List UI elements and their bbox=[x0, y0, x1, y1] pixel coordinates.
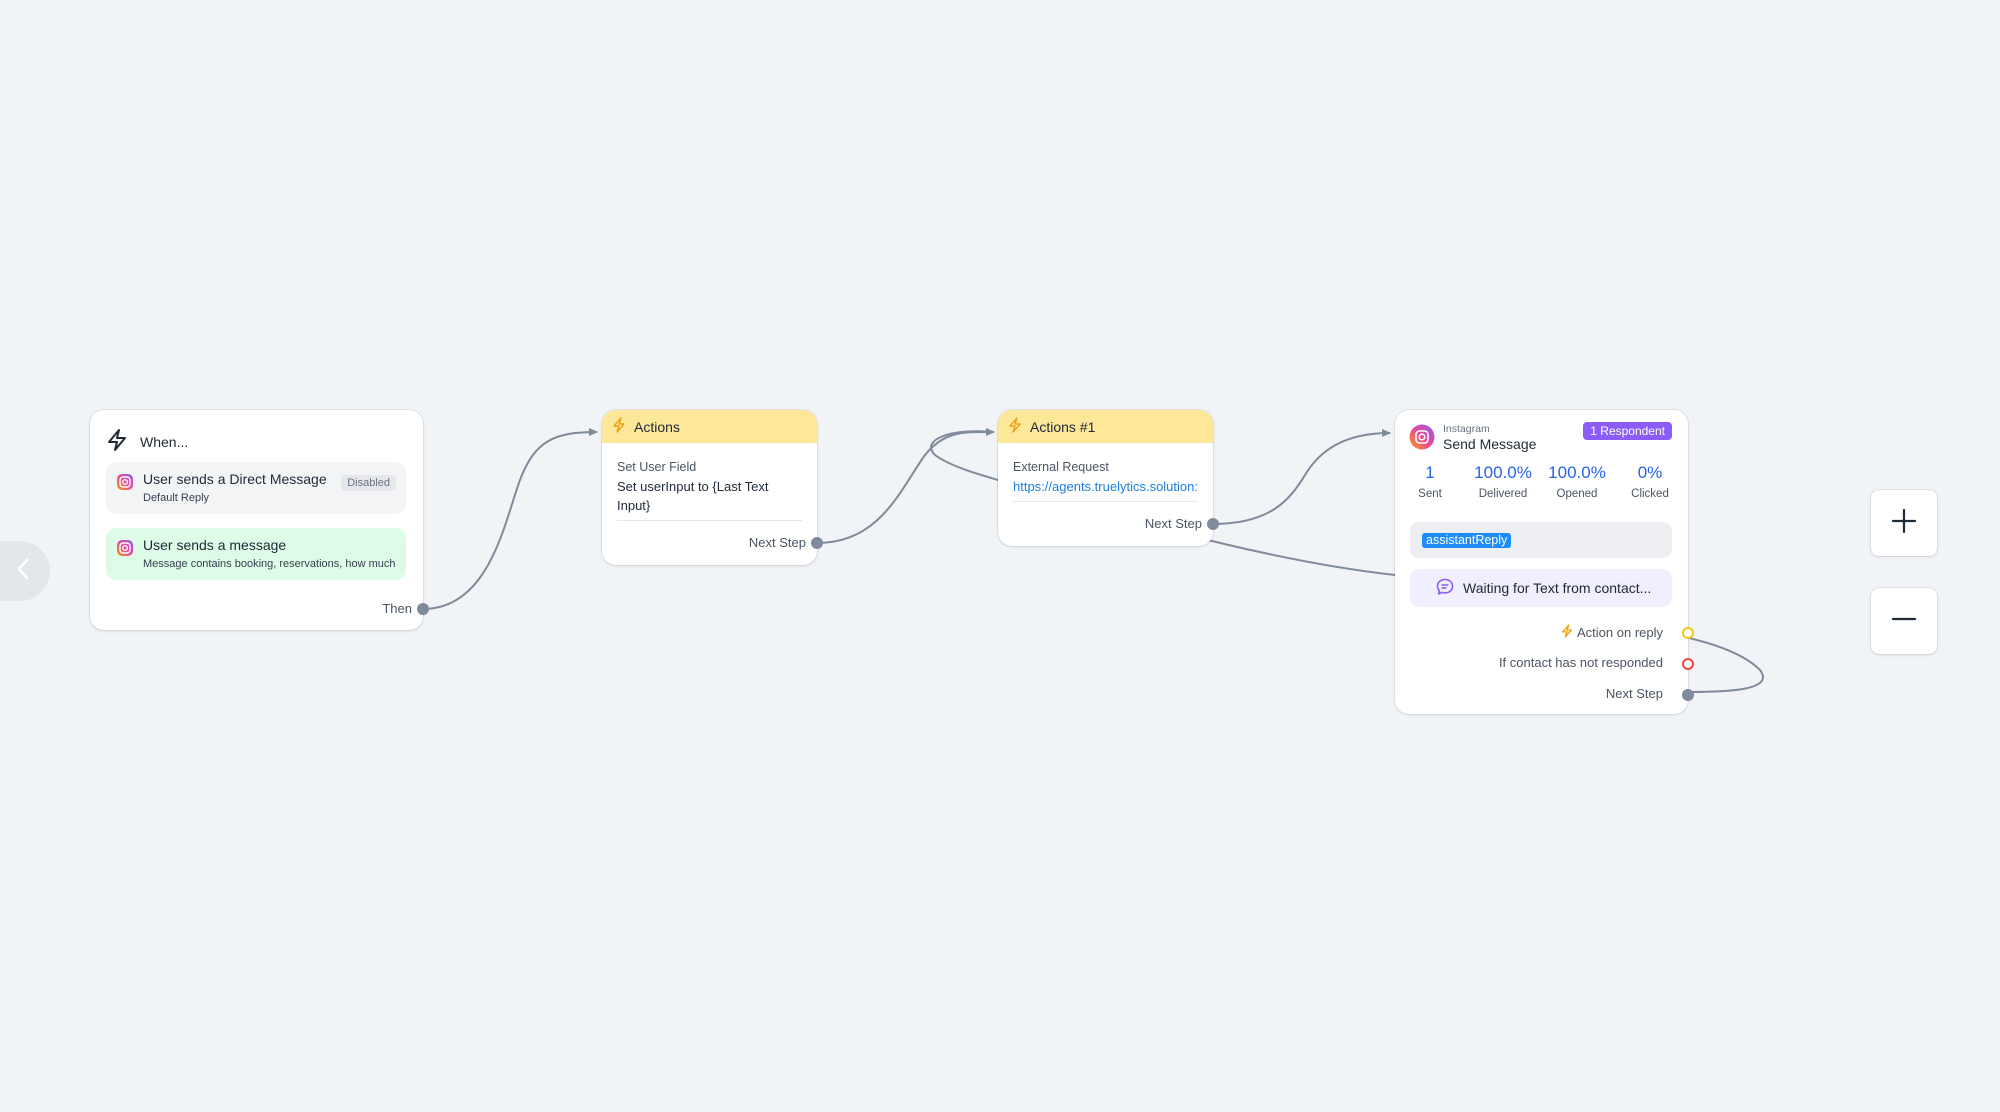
wire-actions1-to-send bbox=[1212, 429, 1391, 525]
variable-chip[interactable]: assistantReply bbox=[1422, 533, 1512, 548]
stat-delivered: 100.0% Delivered bbox=[1468, 463, 1538, 500]
stat-sent: 1 Sent bbox=[1395, 463, 1465, 500]
actions1-node-title: Actions #1 bbox=[1030, 418, 1096, 435]
stat-value: 100.0% bbox=[1548, 463, 1606, 482]
action-on-reply-output: Action on reply bbox=[1561, 624, 1663, 641]
trigger-item-label: User sends a message bbox=[143, 537, 287, 553]
trigger-item-sublabel: Message contains booking, reservations, … bbox=[143, 558, 396, 570]
actions-node[interactable]: Actions Set User Field Set userInput to … bbox=[602, 410, 823, 565]
instagram-icon bbox=[116, 473, 134, 496]
stat-value: 0% bbox=[1637, 463, 1663, 482]
set-user-field-label: Set User Field bbox=[617, 460, 697, 474]
next-step-output-port[interactable] bbox=[1682, 689, 1694, 701]
trigger-node-title: When... bbox=[140, 433, 189, 450]
stat-clicked: 0% Clicked bbox=[1615, 463, 1685, 500]
stat-label: Clicked bbox=[1631, 488, 1669, 500]
channel-label: Instagram bbox=[1443, 423, 1490, 435]
respondent-badge[interactable]: 1 Respondent bbox=[1583, 422, 1672, 440]
disabled-badge: Disabled bbox=[341, 475, 396, 491]
external-request-url[interactable]: https://agents.truelytics.solution: bbox=[1013, 477, 1198, 496]
stat-value: 1 bbox=[1425, 463, 1435, 482]
send-message-node[interactable]: Instagram Send Message 1 Respondent 1 Se… bbox=[1395, 410, 1694, 714]
instagram-icon bbox=[1409, 424, 1435, 455]
action-on-reply-port[interactable] bbox=[1682, 627, 1694, 639]
wire-actions-to-actions1 bbox=[816, 427, 995, 544]
stat-opened: 100.0% Opened bbox=[1542, 463, 1612, 500]
stat-label: Sent bbox=[1418, 488, 1442, 500]
instagram-icon bbox=[116, 539, 134, 562]
divider bbox=[617, 520, 802, 521]
next-step-output-label: Next Step bbox=[1605, 686, 1663, 701]
lightning-icon bbox=[1561, 624, 1573, 641]
minus-icon bbox=[1891, 606, 1917, 637]
actions1-node-header: Actions #1 bbox=[998, 410, 1213, 443]
trigger-node-header: When... bbox=[106, 428, 188, 455]
next-step-output-label: Next Step bbox=[748, 535, 806, 550]
trigger-node[interactable]: When... User sends a Direct Message Defa… bbox=[90, 410, 429, 630]
collapse-panel-button[interactable] bbox=[0, 541, 50, 601]
waiting-text: Waiting for Text from contact... bbox=[1463, 580, 1652, 596]
send-message-title: Send Message bbox=[1443, 436, 1537, 452]
next-step-output-port[interactable] bbox=[811, 537, 823, 549]
waiting-reply-box[interactable]: Waiting for Text from contact... bbox=[1410, 569, 1672, 607]
stat-label: Opened bbox=[1556, 488, 1598, 500]
trigger-item-direct-message[interactable]: User sends a Direct Message Default Repl… bbox=[106, 462, 406, 514]
not-responded-label: If contact has not responded bbox=[1498, 655, 1663, 670]
zoom-out-button[interactable] bbox=[1871, 588, 1937, 654]
lightning-icon bbox=[612, 417, 626, 436]
chat-bubble-icon bbox=[1435, 577, 1455, 600]
next-step-output-label: Next Step bbox=[1144, 516, 1202, 531]
wire-when-to-actions bbox=[422, 428, 598, 610]
stat-value: 100.0% bbox=[1474, 463, 1532, 482]
actions1-node[interactable]: Actions #1 External Request https://agen… bbox=[998, 410, 1219, 546]
divider bbox=[1013, 501, 1198, 502]
plus-icon bbox=[1891, 508, 1917, 539]
message-content-box[interactable]: assistantReply bbox=[1410, 522, 1672, 558]
trigger-item-sublabel: Default Reply bbox=[143, 492, 210, 504]
trigger-item-message-keywords[interactable]: User sends a message Message contains bo… bbox=[106, 528, 406, 580]
set-user-field-value: Set userInput to {Last Text Input} bbox=[617, 479, 769, 513]
trigger-item-label: User sends a Direct Message bbox=[143, 471, 327, 487]
actions-node-header: Actions bbox=[602, 410, 817, 443]
then-output-port[interactable] bbox=[417, 603, 429, 615]
external-request-label: External Request bbox=[1013, 460, 1109, 474]
lightning-outline-icon bbox=[106, 428, 128, 455]
zoom-in-button[interactable] bbox=[1871, 490, 1937, 556]
then-output-label: Then bbox=[382, 601, 412, 616]
actions-node-title: Actions bbox=[634, 418, 680, 435]
chevron-left-icon bbox=[16, 558, 30, 585]
next-step-output-port[interactable] bbox=[1207, 518, 1219, 530]
lightning-icon bbox=[1008, 417, 1022, 436]
not-responded-port[interactable] bbox=[1682, 658, 1694, 670]
action-on-reply-label: Action on reply bbox=[1577, 625, 1663, 640]
flow-canvas[interactable]: When... User sends a Direct Message Defa… bbox=[0, 0, 2000, 1112]
stat-label: Delivered bbox=[1478, 488, 1528, 500]
